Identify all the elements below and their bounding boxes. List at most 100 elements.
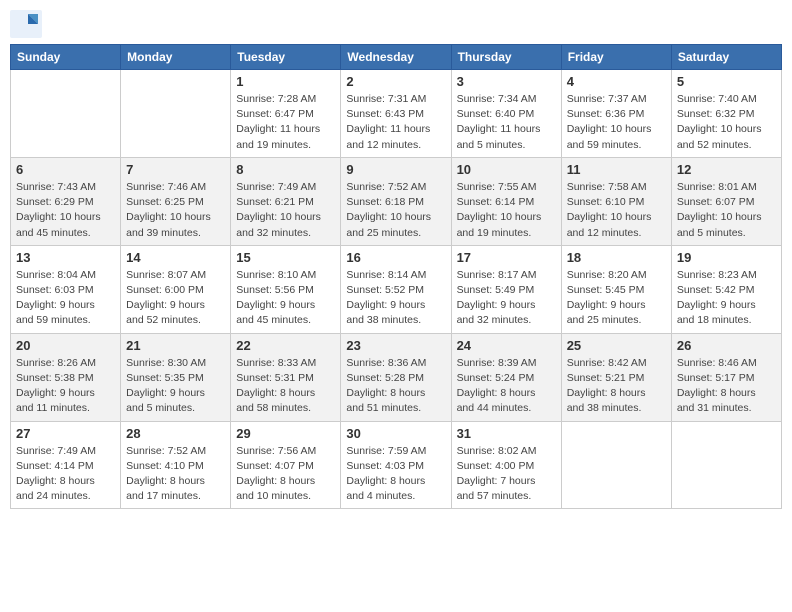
date-number: 18 — [567, 250, 666, 265]
calendar-cell: 25 Sunrise: 8:42 AM Sunset: 5:21 PM Dayli… — [561, 333, 671, 421]
calendar-cell: 7 Sunrise: 7:46 AM Sunset: 6:25 PM Daylig… — [121, 157, 231, 245]
day-info: Sunrise: 7:34 AM Sunset: 6:40 PM Dayligh… — [457, 92, 556, 153]
day-info: Sunrise: 8:42 AM Sunset: 5:21 PM Dayligh… — [567, 356, 666, 417]
calendar-cell: 5 Sunrise: 7:40 AM Sunset: 6:32 PM Daylig… — [671, 70, 781, 158]
calendar-cell: 31Sunrise: 8:02 AM Sunset: 4:00 PM Dayli… — [451, 421, 561, 509]
date-number: 6 — [16, 162, 115, 177]
day-info: Sunrise: 7:37 AM Sunset: 6:36 PM Dayligh… — [567, 92, 666, 153]
day-info: Sunrise: 8:23 AM Sunset: 5:42 PM Dayligh… — [677, 268, 776, 329]
day-info: Sunrise: 8:07 AM Sunset: 6:00 PM Dayligh… — [126, 268, 225, 329]
calendar-cell: 19 Sunrise: 8:23 AM Sunset: 5:42 PM Dayli… — [671, 245, 781, 333]
date-number: 13 — [16, 250, 115, 265]
day-info: Sunrise: 7:55 AM Sunset: 6:14 PM Dayligh… — [457, 180, 556, 241]
column-header-thursday: Thursday — [451, 45, 561, 70]
calendar-week-5: 27 Sunrise: 7:49 AM Sunset: 4:14 PM Dayli… — [11, 421, 782, 509]
day-info: Sunrise: 7:52 AM Sunset: 6:18 PM Dayligh… — [346, 180, 445, 241]
date-number: 26 — [677, 338, 776, 353]
date-number: 27 — [16, 426, 115, 441]
day-info: Sunrise: 7:58 AM Sunset: 6:10 PM Dayligh… — [567, 180, 666, 241]
column-header-friday: Friday — [561, 45, 671, 70]
date-number: 28 — [126, 426, 225, 441]
column-header-tuesday: Tuesday — [231, 45, 341, 70]
date-number: 21 — [126, 338, 225, 353]
date-number: 19 — [677, 250, 776, 265]
calendar-cell — [121, 70, 231, 158]
day-info: Sunrise: 8:04 AM Sunset: 6:03 PM Dayligh… — [16, 268, 115, 329]
calendar-cell: 12Sunrise: 8:01 AM Sunset: 6:07 PM Dayli… — [671, 157, 781, 245]
calendar-cell — [671, 421, 781, 509]
calendar-cell — [561, 421, 671, 509]
column-header-sunday: Sunday — [11, 45, 121, 70]
date-number: 8 — [236, 162, 335, 177]
day-info: Sunrise: 8:33 AM Sunset: 5:31 PM Dayligh… — [236, 356, 335, 417]
day-info: Sunrise: 7:56 AM Sunset: 4:07 PM Dayligh… — [236, 444, 335, 505]
calendar-cell: 8 Sunrise: 7:49 AM Sunset: 6:21 PM Daylig… — [231, 157, 341, 245]
calendar-cell: 15 Sunrise: 8:10 AM Sunset: 5:56 PM Dayli… — [231, 245, 341, 333]
calendar-week-1: 1 Sunrise: 7:28 AM Sunset: 6:47 PM Daylig… — [11, 70, 782, 158]
calendar-cell: 4 Sunrise: 7:37 AM Sunset: 6:36 PM Daylig… — [561, 70, 671, 158]
date-number: 2 — [346, 74, 445, 89]
date-number: 23 — [346, 338, 445, 353]
calendar-cell: 20 Sunrise: 8:26 AM Sunset: 5:38 PM Dayli… — [11, 333, 121, 421]
date-number: 7 — [126, 162, 225, 177]
calendar-body: 1 Sunrise: 7:28 AM Sunset: 6:47 PM Daylig… — [11, 70, 782, 509]
calendar-table: SundayMondayTuesdayWednesdayThursdayFrid… — [10, 44, 782, 509]
calendar-cell: 9 Sunrise: 7:52 AM Sunset: 6:18 PM Daylig… — [341, 157, 451, 245]
calendar-cell: 16Sunrise: 8:14 AM Sunset: 5:52 PM Dayli… — [341, 245, 451, 333]
date-number: 15 — [236, 250, 335, 265]
date-number: 3 — [457, 74, 556, 89]
date-number: 20 — [16, 338, 115, 353]
date-number: 5 — [677, 74, 776, 89]
day-info: Sunrise: 7:49 AM Sunset: 6:21 PM Dayligh… — [236, 180, 335, 241]
calendar-cell: 3 Sunrise: 7:34 AM Sunset: 6:40 PM Daylig… — [451, 70, 561, 158]
date-number: 24 — [457, 338, 556, 353]
calendar-week-2: 6 Sunrise: 7:43 AM Sunset: 6:29 PM Daylig… — [11, 157, 782, 245]
date-number: 30 — [346, 426, 445, 441]
day-info: Sunrise: 7:52 AM Sunset: 4:10 PM Dayligh… — [126, 444, 225, 505]
calendar-cell: 29 Sunrise: 7:56 AM Sunset: 4:07 PM Dayli… — [231, 421, 341, 509]
day-info: Sunrise: 7:28 AM Sunset: 6:47 PM Dayligh… — [236, 92, 335, 153]
calendar-cell: 11Sunrise: 7:58 AM Sunset: 6:10 PM Dayli… — [561, 157, 671, 245]
day-info: Sunrise: 7:40 AM Sunset: 6:32 PM Dayligh… — [677, 92, 776, 153]
date-number: 22 — [236, 338, 335, 353]
calendar-cell: 14Sunrise: 8:07 AM Sunset: 6:00 PM Dayli… — [121, 245, 231, 333]
day-info: Sunrise: 7:46 AM Sunset: 6:25 PM Dayligh… — [126, 180, 225, 241]
date-number: 17 — [457, 250, 556, 265]
calendar-cell: 28 Sunrise: 7:52 AM Sunset: 4:10 PM Dayli… — [121, 421, 231, 509]
page-header — [10, 10, 782, 38]
calendar-cell: 6 Sunrise: 7:43 AM Sunset: 6:29 PM Daylig… — [11, 157, 121, 245]
calendar-cell: 21 Sunrise: 8:30 AM Sunset: 5:35 PM Dayli… — [121, 333, 231, 421]
day-info: Sunrise: 8:36 AM Sunset: 5:28 PM Dayligh… — [346, 356, 445, 417]
date-number: 25 — [567, 338, 666, 353]
column-header-monday: Monday — [121, 45, 231, 70]
day-info: Sunrise: 7:31 AM Sunset: 6:43 PM Dayligh… — [346, 92, 445, 153]
day-info: Sunrise: 7:59 AM Sunset: 4:03 PM Dayligh… — [346, 444, 445, 505]
calendar-cell: 27 Sunrise: 7:49 AM Sunset: 4:14 PM Dayli… — [11, 421, 121, 509]
calendar-week-4: 20 Sunrise: 8:26 AM Sunset: 5:38 PM Dayli… — [11, 333, 782, 421]
column-header-saturday: Saturday — [671, 45, 781, 70]
calendar-cell: 10 Sunrise: 7:55 AM Sunset: 6:14 PM Dayli… — [451, 157, 561, 245]
date-number: 10 — [457, 162, 556, 177]
date-number: 1 — [236, 74, 335, 89]
calendar-cell: 22 Sunrise: 8:33 AM Sunset: 5:31 PM Dayli… — [231, 333, 341, 421]
calendar-cell: 30 Sunrise: 7:59 AM Sunset: 4:03 PM Dayli… — [341, 421, 451, 509]
calendar-cell: 23 Sunrise: 8:36 AM Sunset: 5:28 PM Dayli… — [341, 333, 451, 421]
calendar-cell — [11, 70, 121, 158]
date-number: 31 — [457, 426, 556, 441]
day-info: Sunrise: 8:46 AM Sunset: 5:17 PM Dayligh… — [677, 356, 776, 417]
calendar-cell: 1 Sunrise: 7:28 AM Sunset: 6:47 PM Daylig… — [231, 70, 341, 158]
date-number: 4 — [567, 74, 666, 89]
calendar-cell: 18 Sunrise: 8:20 AM Sunset: 5:45 PM Dayli… — [561, 245, 671, 333]
day-info: Sunrise: 8:20 AM Sunset: 5:45 PM Dayligh… — [567, 268, 666, 329]
day-info: Sunrise: 8:26 AM Sunset: 5:38 PM Dayligh… — [16, 356, 115, 417]
date-number: 9 — [346, 162, 445, 177]
calendar-cell: 24Sunrise: 8:39 AM Sunset: 5:24 PM Dayli… — [451, 333, 561, 421]
date-number: 12 — [677, 162, 776, 177]
column-header-wednesday: Wednesday — [341, 45, 451, 70]
logo-icon — [10, 10, 42, 38]
date-number: 29 — [236, 426, 335, 441]
day-info: Sunrise: 7:49 AM Sunset: 4:14 PM Dayligh… — [16, 444, 115, 505]
day-info: Sunrise: 8:30 AM Sunset: 5:35 PM Dayligh… — [126, 356, 225, 417]
day-info: Sunrise: 7:43 AM Sunset: 6:29 PM Dayligh… — [16, 180, 115, 241]
day-info: Sunrise: 8:10 AM Sunset: 5:56 PM Dayligh… — [236, 268, 335, 329]
